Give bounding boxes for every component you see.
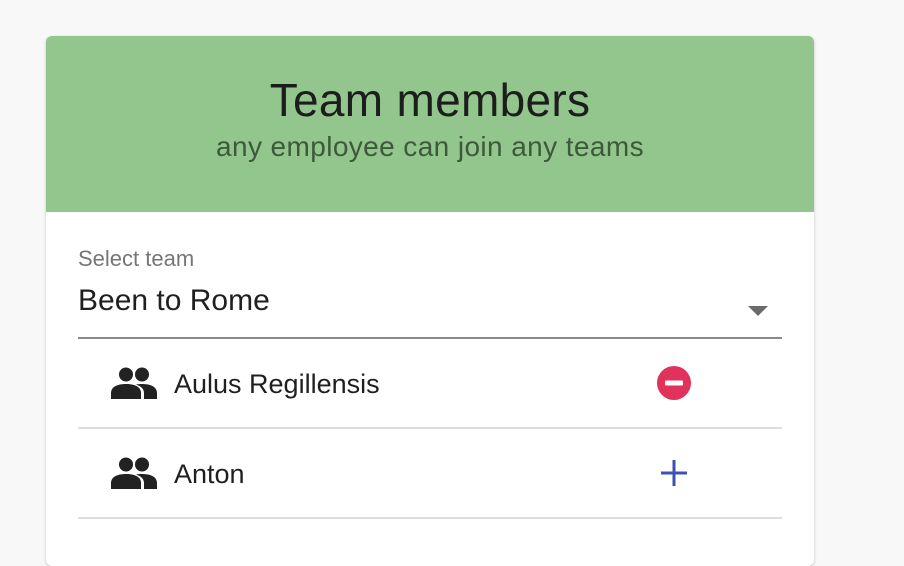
member-name: Anton xyxy=(174,459,245,489)
card-title: Team members xyxy=(269,74,591,126)
dropdown-arrow-icon[interactable] xyxy=(748,306,768,316)
remove-member-button[interactable] xyxy=(655,364,693,402)
team-members-card: Team members any employee can join any t… xyxy=(46,36,814,566)
member-name: Aulus Regillensis xyxy=(174,369,380,399)
member-list: Aulus Regillensis Anton xyxy=(78,339,782,519)
add-icon xyxy=(661,460,687,486)
card-subtitle: any employee can join any teams xyxy=(216,131,644,162)
team-select-value[interactable]: Been to Rome xyxy=(78,284,270,318)
add-member-button[interactable] xyxy=(655,454,693,492)
group-icon xyxy=(111,367,157,399)
card-header: Team members any employee can join any t… xyxy=(46,36,814,212)
member-row: Aulus Regillensis xyxy=(78,339,782,429)
team-select-label: Select team xyxy=(78,246,195,271)
team-select[interactable]: Select team Been to Rome xyxy=(78,246,782,339)
card-body: Select team Been to Rome Aulus Regillens… xyxy=(46,246,814,519)
member-row: Anton xyxy=(78,429,782,519)
remove-circle-icon xyxy=(657,366,691,400)
group-icon xyxy=(111,457,157,489)
